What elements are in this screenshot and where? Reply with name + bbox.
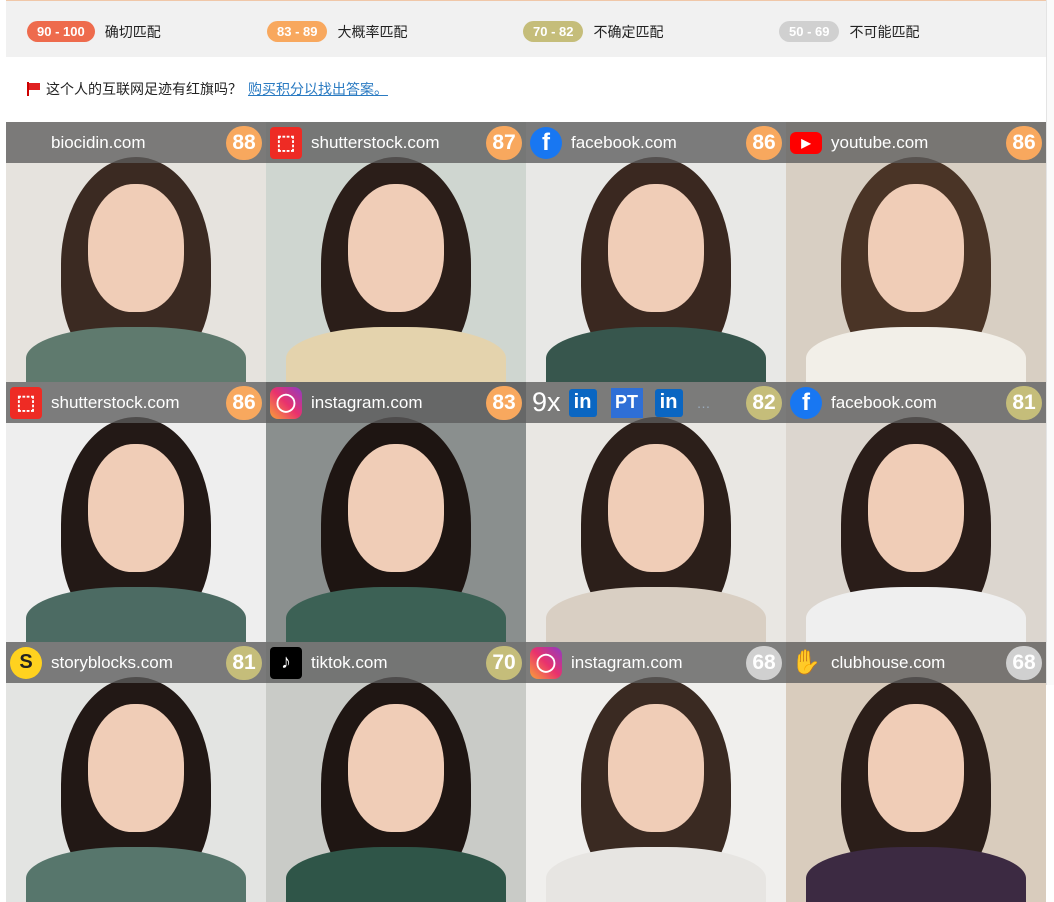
legend-likely-label: 大概率匹配	[337, 24, 408, 41]
site-name: instagram.com	[311, 392, 423, 412]
shutterstock-icon: ⬚	[10, 386, 42, 419]
pt-icon: PT	[610, 387, 643, 418]
legend-exact: 90 - 100 确切匹配	[27, 21, 161, 42]
legend-likely: 83 - 89 大概率匹配	[267, 21, 407, 42]
legend-exact-label: 确切匹配	[104, 24, 161, 41]
result-card[interactable]: ⬚ shutterstock.com 87	[266, 122, 526, 382]
result-card[interactable]: 9x in PT in… 82	[526, 382, 786, 642]
result-header: Sstoryblocks.com 81	[6, 642, 266, 683]
clubhouse-icon: ✋	[791, 649, 821, 676]
red-flag-question: 这个人的互联网足迹有红旗吗？	[46, 82, 242, 98]
match-score-badge: 88	[226, 126, 262, 160]
site-name: facebook.com	[571, 132, 677, 152]
legend-unlikely: 50 - 69 不可能匹配	[779, 21, 919, 42]
match-score-badge: 68	[746, 646, 782, 680]
match-score-badge: 70	[486, 646, 522, 680]
match-score-badge: 86	[746, 126, 782, 160]
result-card[interactable]: biocidin.com 88	[6, 122, 266, 382]
match-score-badge: 86	[226, 386, 262, 420]
result-card[interactable]: Sstoryblocks.com 81	[6, 642, 266, 902]
result-header: ⬚ shutterstock.com 87	[266, 122, 526, 163]
instagram-icon: ◯	[270, 386, 302, 419]
result-card[interactable]: ✋ clubhouse.com 68	[786, 642, 1046, 902]
site-name: storyblocks.com	[51, 652, 173, 672]
result-header: f facebook.com 86	[526, 122, 786, 163]
result-header: ◯ instagram.com 83	[266, 382, 526, 423]
legend-uncertain-range: 70 - 82	[523, 21, 584, 42]
results-grid: biocidin.com 88 ⬚ shutterstock.com 87 f facebo…	[6, 122, 1046, 902]
red-flag-icon	[26, 82, 40, 96]
site-name: tiktok.com	[311, 652, 388, 672]
result-header: ◯ instagram.com 68	[526, 642, 786, 683]
legend-exact-range: 90 - 100	[27, 21, 95, 42]
site-name: biocidin.com	[51, 132, 146, 152]
page-edge-decoration	[1046, 0, 1054, 685]
buy-credits-link[interactable]: 购买积分以找出答案。	[248, 79, 388, 99]
match-score-badge: 81	[226, 646, 262, 680]
source-count: 9x	[532, 387, 561, 417]
result-header: ♪ tiktok.com 70	[266, 642, 526, 683]
legend-likely-range: 83 - 89	[267, 21, 328, 42]
multi-source-icons[interactable]: 9x in PT in…	[532, 387, 711, 418]
result-header: f facebook.com 81	[786, 382, 1046, 423]
site-name: shutterstock.com	[311, 132, 440, 152]
linkedin-icon: in	[568, 388, 597, 417]
result-header: ✋ clubhouse.com 68	[786, 642, 1046, 683]
result-card[interactable]: ♪ tiktok.com 70	[266, 642, 526, 902]
site-name: facebook.com	[831, 392, 937, 412]
site-name: youtube.com	[831, 132, 929, 152]
match-score-badge: 68	[1006, 646, 1042, 680]
site-name: clubhouse.com	[831, 652, 946, 672]
match-score-badge: 87	[486, 126, 522, 160]
result-header: ⬚ shutterstock.com 86	[6, 382, 266, 423]
site-name: instagram.com	[571, 652, 683, 672]
result-card[interactable]: f facebook.com 86	[526, 122, 786, 382]
legend-uncertain-label: 不确定匹配	[593, 24, 664, 41]
shutterstock-icon: ⬚	[270, 126, 302, 159]
more-icon: …	[696, 394, 711, 411]
legend-unlikely-range: 50 - 69	[779, 21, 840, 42]
tiktok-icon: ♪	[270, 646, 302, 679]
result-card[interactable]: ▶ youtube.com 86	[786, 122, 1046, 382]
facebook-icon: f	[530, 126, 562, 159]
match-score-badge: 86	[1006, 126, 1042, 160]
match-score-badge: 82	[746, 386, 782, 420]
result-header: 9x in PT in… 82	[526, 382, 786, 423]
result-card[interactable]: ⬚ shutterstock.com 86	[6, 382, 266, 642]
storyblocks-icon: S	[10, 646, 42, 679]
match-score-badge: 83	[486, 386, 522, 420]
legend-unlikely-label: 不可能匹配	[849, 24, 920, 41]
match-legend: 90 - 100 确切匹配 83 - 89 大概率匹配 70 - 82 不确定匹…	[6, 0, 1046, 57]
result-header: ▶ youtube.com 86	[786, 122, 1046, 163]
match-score-badge: 81	[1006, 386, 1042, 420]
red-flag-prompt: 这个人的互联网足迹有红旗吗？ 购买积分以找出答案。	[26, 79, 388, 99]
result-header: biocidin.com 88	[6, 122, 266, 163]
result-card[interactable]: ◯ instagram.com 68	[526, 642, 786, 902]
instagram-icon: ◯	[530, 646, 562, 679]
legend-uncertain: 70 - 82 不确定匹配	[523, 21, 663, 42]
result-card[interactable]: f facebook.com 81	[786, 382, 1046, 642]
result-card[interactable]: ◯ instagram.com 83	[266, 382, 526, 642]
youtube-icon: ▶	[790, 131, 822, 154]
linkedin-icon: in	[654, 388, 683, 417]
site-name: shutterstock.com	[51, 392, 180, 412]
facebook-icon: f	[790, 386, 822, 419]
